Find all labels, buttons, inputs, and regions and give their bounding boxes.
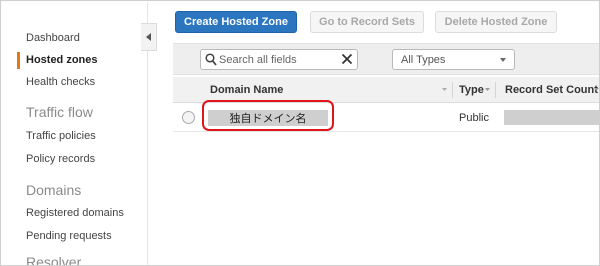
delete-hosted-zone-button[interactable]: Delete Hosted Zone [435, 11, 557, 33]
go-to-record-sets-button[interactable]: Go to Record Sets [310, 11, 424, 33]
sort-icon[interactable] [442, 88, 447, 91]
type-filter-value: All Types [401, 54, 446, 66]
column-header-record-set-count[interactable]: Record Set Count [505, 84, 598, 96]
sidebar-item-health-checks[interactable]: Health checks [26, 76, 95, 88]
section-heading-traffic-flow: Traffic flow [26, 104, 93, 120]
sort-icon[interactable] [594, 88, 599, 91]
record-set-count-cell [504, 110, 599, 125]
sidebar-item-policy-records[interactable]: Policy records [26, 153, 95, 165]
type-cell: Public [459, 112, 489, 124]
type-filter-select[interactable]: All Types [392, 49, 515, 70]
search-icon [205, 53, 217, 66]
search-field[interactable] [200, 49, 358, 70]
sidebar-item-traffic-policies[interactable]: Traffic policies [26, 130, 96, 142]
column-header-domain-name[interactable]: Domain Name [210, 84, 283, 96]
sidebar-item-registered-domains[interactable]: Registered domains [26, 207, 124, 219]
section-heading-domains: Domains [26, 182, 82, 198]
chevron-down-icon [500, 58, 506, 62]
column-divider [452, 82, 453, 98]
sidebar: Dashboard Hosted zones Health checks Tra… [2, 2, 148, 266]
route53-console: Dashboard Hosted zones Health checks Tra… [0, 0, 600, 266]
search-input[interactable] [219, 51, 337, 68]
section-heading-resolver: Resolver [26, 254, 82, 266]
column-divider [495, 82, 496, 98]
clear-icon[interactable] [341, 53, 353, 65]
highlight-annotation [202, 100, 334, 131]
table-row[interactable]: 独自ドメイン名 Public [173, 100, 599, 132]
sort-icon[interactable] [485, 88, 490, 91]
row-select-radio[interactable] [182, 111, 195, 124]
sidebar-item-dashboard[interactable]: Dashboard [26, 32, 80, 44]
active-indicator [17, 52, 20, 69]
filter-bar: All Types [173, 43, 599, 75]
chevron-left-icon [145, 33, 151, 41]
sidebar-item-hosted-zones[interactable]: Hosted zones [26, 54, 98, 66]
column-header-type[interactable]: Type [459, 84, 484, 96]
create-hosted-zone-button[interactable]: Create Hosted Zone [175, 11, 297, 33]
sidebar-collapse-button[interactable] [141, 23, 157, 51]
sidebar-item-pending-requests[interactable]: Pending requests [26, 230, 112, 242]
